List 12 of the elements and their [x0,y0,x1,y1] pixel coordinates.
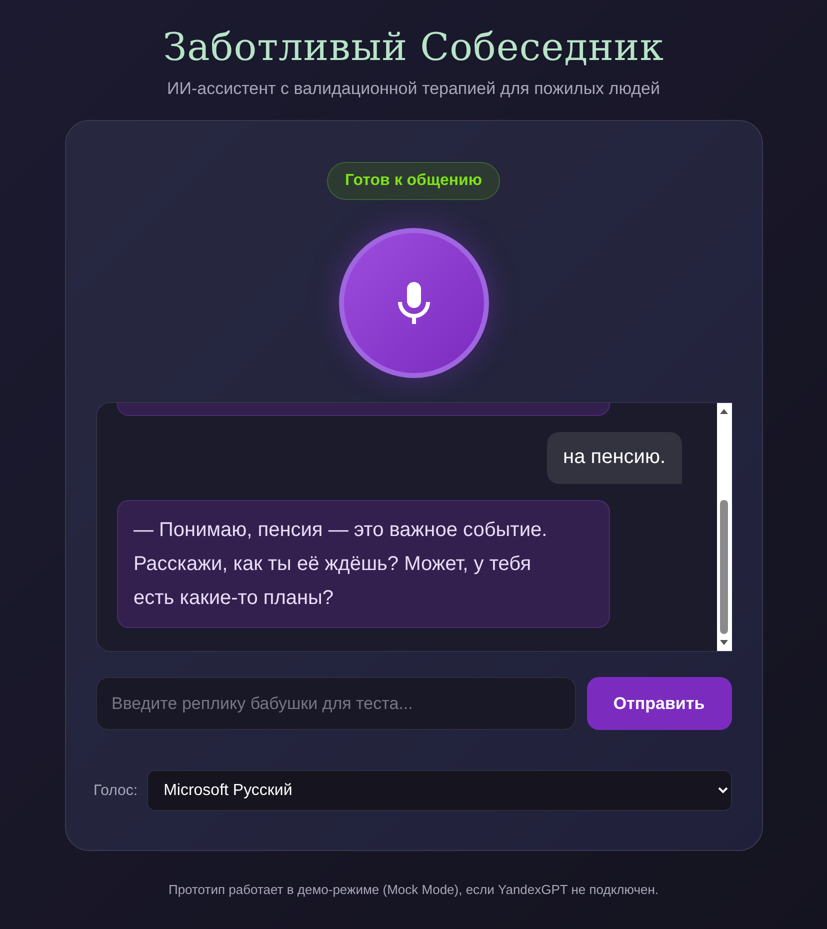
scrollbar[interactable] [716,403,732,651]
app-subtitle: ИИ-ассистент с валидационной терапией для пожилых людей [167,78,660,100]
microphone-icon [396,282,430,324]
message-input[interactable]: Введите реплику бабушки для теста... [96,677,576,730]
footer-note: Прототип работает в демо-режиме (Mock Mode), если YandexGPT не подключен. [168,882,659,897]
status-badge: Готов к общению [327,162,500,200]
send-button[interactable]: Отправить [586,677,732,730]
voice-label: Голос: [94,782,138,799]
voice-select[interactable]: Microsoft Русский [146,770,732,811]
app-title: Заботливый Собеседник [162,24,664,71]
user-message: на пенсию. [547,432,682,484]
assistant-message: — Понимаю, пенсия — это важное событие. Расскажи, как ты её ждёшь? Может, у тебя есть какие-то планы? [116,500,610,628]
